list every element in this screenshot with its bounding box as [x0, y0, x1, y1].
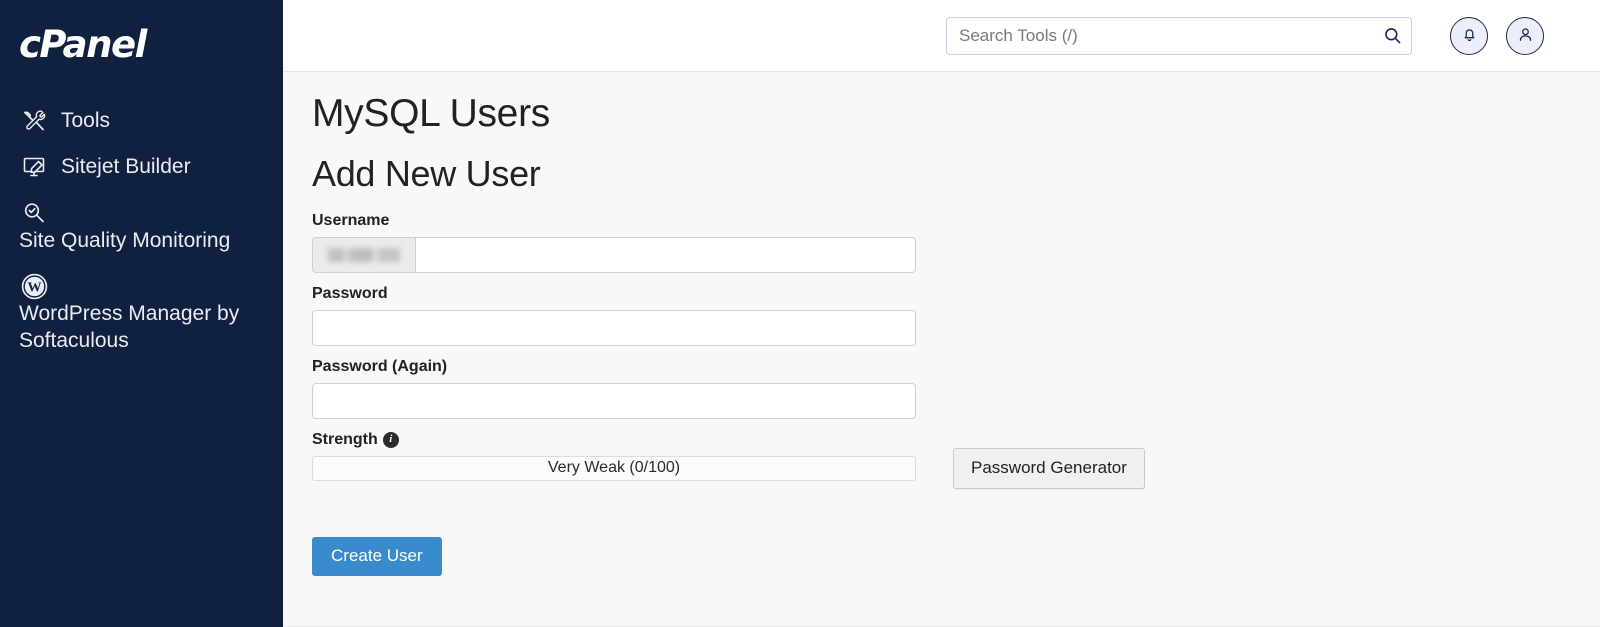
content-area: MySQL Users Add New User Username Passwo… — [283, 0, 1600, 627]
cpanel-logo[interactable]: cPanel — [0, 0, 283, 86]
info-icon[interactable]: i — [382, 431, 399, 448]
search-icon[interactable] — [1381, 25, 1403, 47]
strength-row: Very Weak (0/100) Password Generator — [312, 447, 1600, 497]
sidebar-nav: Tools Sitejet Builder Site Quality Monit… — [0, 86, 283, 363]
wordpress-icon: W — [19, 272, 49, 300]
sitejet-builder-icon — [19, 153, 49, 181]
top-bar — [283, 0, 1600, 72]
sidebar-item-wordpress-manager[interactable]: W WordPress Manager by Softaculous — [0, 263, 283, 363]
cpanel-app: cPanel Tools Sitejet Builder Site Qualit… — [0, 0, 1600, 627]
sidebar-item-tools[interactable]: Tools — [0, 98, 283, 144]
redacted-prefix — [328, 247, 400, 262]
sidebar-item-label: Sitejet Builder — [61, 155, 191, 178]
svg-text:W: W — [27, 279, 41, 295]
password-again-field-group: Password (Again) — [312, 358, 1600, 419]
password-again-label: Password (Again) — [312, 357, 448, 375]
notifications-button[interactable] — [1450, 16, 1488, 55]
strength-label: Strength — [312, 430, 378, 448]
strength-label-row: Strength i — [312, 431, 1600, 449]
bell-icon — [1461, 26, 1478, 46]
password-again-input[interactable] — [312, 382, 916, 419]
main-panel: MySQL Users Add New User Username Passwo… — [283, 72, 1600, 627]
sidebar-item-label: Site Quality Monitoring — [19, 229, 231, 252]
sidebar-item-site-quality-monitoring[interactable]: Site Quality Monitoring — [0, 190, 283, 263]
password-field-group: Password — [312, 285, 1600, 346]
account-button[interactable] — [1506, 16, 1544, 55]
search-box[interactable] — [946, 16, 1412, 55]
username-field-group: Username — [312, 212, 1600, 273]
cpanel-logo-text: cPanel — [19, 23, 147, 66]
username-input[interactable] — [415, 236, 916, 273]
username-prefix-addon — [312, 236, 415, 273]
section-title: Add New User — [312, 152, 541, 194]
username-label: Username — [312, 211, 390, 229]
password-label: Password — [312, 284, 388, 302]
page-title: MySQL Users — [312, 92, 550, 135]
sidebar-item-sitejet-builder[interactable]: Sitejet Builder — [0, 144, 283, 190]
password-input[interactable] — [312, 309, 916, 346]
tools-icon — [19, 107, 49, 135]
sidebar: cPanel Tools Sitejet Builder Site Qualit… — [0, 0, 283, 627]
password-strength-bar: Very Weak (0/100) — [312, 455, 916, 481]
strength-value-text: Very Weak (0/100) — [547, 459, 681, 477]
search-input[interactable] — [947, 17, 1411, 54]
user-icon — [1517, 26, 1534, 46]
site-quality-monitoring-icon — [19, 199, 49, 227]
strength-group: Strength i Very Weak (0/100) Password Ge… — [312, 431, 1600, 497]
create-user-button[interactable]: Create User — [312, 536, 442, 576]
username-input-row — [312, 236, 916, 273]
password-generator-button[interactable]: Password Generator — [953, 447, 1145, 489]
sidebar-item-label: Tools — [61, 109, 111, 132]
sidebar-item-label: WordPress Manager by Softaculous — [19, 302, 240, 352]
